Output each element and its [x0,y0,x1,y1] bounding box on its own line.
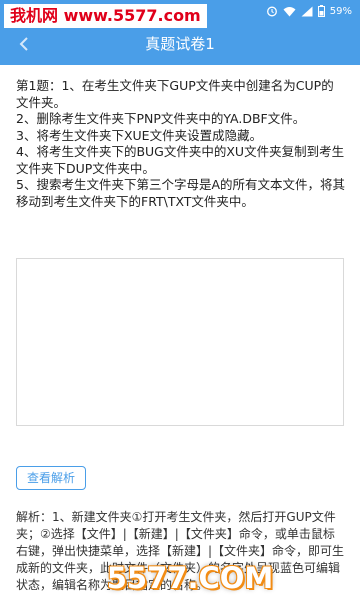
app-header: 我机网 www.5577.com 59% 真题试卷1 [0,0,360,65]
answer-input[interactable] [16,258,344,426]
battery-percent: 59% [329,5,352,17]
view-analysis-button[interactable]: 查看解析 [16,466,86,490]
question-line: 5、搜索考生文件夹下第三个字母是A的所有文本文件，将其移动到考生文件夹下的FRT… [16,177,346,209]
question-line: 2、删除考生文件夹下PNP文件夹中的YA.DBF文件。 [16,111,306,126]
bottom-watermark: 5577.COM [106,561,274,595]
question-line: 第1题：1、在考生文件夹下GUP文件夹中创建名为CUP的文件夹。 [16,78,334,110]
battery-icon [317,5,325,17]
status-bar: 我机网 www.5577.com 59% [0,0,360,28]
page-title: 真题试卷1 [145,35,215,53]
question-text: 第1题：1、在考生文件夹下GUP文件夹中创建名为CUP的文件夹。 2、删除考生文… [16,78,346,210]
status-icons: 59% [266,4,352,18]
nav-bar: 真题试卷1 [0,28,360,58]
question-line: 3、将考生文件夹下XUE文件夹设置成隐藏。 [16,127,263,143]
signal-icon [301,6,313,16]
question-line: 4、将考生文件夹下的BUG文件夹中的XU文件夹复制到考生文件夹下DUP文件夹中。 [16,144,345,176]
site-watermark: 我机网 www.5577.com [4,4,207,28]
alarm-icon [266,6,277,17]
wifi-icon [283,6,296,16]
